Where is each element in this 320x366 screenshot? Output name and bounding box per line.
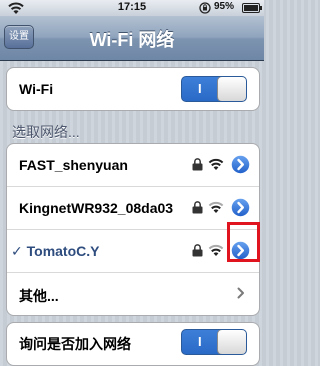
- other-label: 其他...: [19, 288, 59, 304]
- battery-percent: 95%: [214, 1, 235, 12]
- switch-on-text: I: [198, 334, 202, 349]
- ask-to-join-group: 询问是否加入网络 I: [6, 322, 260, 366]
- network-row-fast-shenyuan[interactable]: FAST_shenyuan: [7, 144, 259, 187]
- switch-knob: [217, 330, 246, 354]
- page-title: Wi-Fi 网络: [89, 30, 175, 50]
- network-row-tomatocy[interactable]: ✓ TomatoC.Y: [7, 230, 259, 273]
- highlight-annotation: [227, 222, 260, 262]
- switch-knob: [217, 77, 246, 101]
- network-list: FAST_shenyuan KingnetWR932_08da03 ✓ Toma…: [6, 143, 260, 316]
- chevron-right-icon: [237, 287, 244, 299]
- battery-icon: [242, 3, 262, 13]
- wifi-signal-icon: [208, 201, 224, 213]
- lock-icon: [192, 158, 203, 171]
- network-details-button[interactable]: [230, 197, 251, 218]
- ask-to-join-row: 询问是否加入网络 I: [7, 323, 259, 365]
- navigation-bar: 设置 Wi-Fi 网络: [0, 16, 264, 61]
- network-name: KingnetWR932_08da03: [19, 200, 174, 216]
- switch-on-text: I: [198, 81, 202, 96]
- network-name: FAST_shenyuan: [19, 157, 128, 173]
- wifi-signal-icon: [208, 158, 224, 170]
- network-details-button[interactable]: [230, 154, 251, 175]
- other-network-row[interactable]: 其他...: [7, 273, 259, 315]
- section-header-choose-network: 选取网络...: [12, 124, 80, 140]
- ask-to-join-label: 询问是否加入网络: [19, 336, 131, 352]
- wifi-switch[interactable]: I: [181, 76, 247, 102]
- rotation-lock-icon: [199, 2, 211, 14]
- lock-icon: [192, 201, 203, 214]
- network-name: TomatoC.Y: [26, 243, 100, 259]
- network-name-selected: ✓ TomatoC.Y: [11, 243, 99, 260]
- status-bar: 17:15 95%: [0, 0, 264, 16]
- lock-icon: [192, 244, 203, 257]
- ask-to-join-switch[interactable]: I: [181, 329, 247, 355]
- wifi-signal-icon: [208, 244, 224, 256]
- wifi-toggle-row: Wi-Fi I: [7, 68, 259, 110]
- wifi-toggle-group: Wi-Fi I: [6, 67, 260, 111]
- wifi-label: Wi-Fi: [19, 81, 54, 97]
- checkmark-icon: ✓: [11, 243, 23, 259]
- network-row-kingnetwr932[interactable]: KingnetWR932_08da03: [7, 187, 259, 230]
